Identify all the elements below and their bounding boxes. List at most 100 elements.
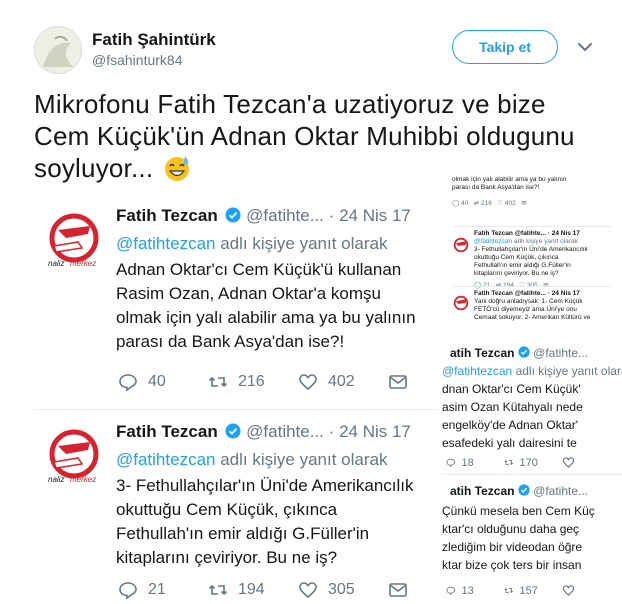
follow-button[interactable]: Takip et <box>452 30 558 64</box>
retweet-count: 216 <box>238 373 265 390</box>
reply-button[interactable]: 40 <box>118 372 208 392</box>
like-button[interactable]: 402 <box>298 372 388 392</box>
mini-actions: ◯ 40 ⇄ 216 ♡ 402 ✉ <box>452 200 527 207</box>
author-name[interactable]: Fatih Şahintürk <box>92 30 216 50</box>
retweet-count: 194 <box>238 581 265 598</box>
body-line: olmak için yalı alabilir ama ya bu yalın… <box>116 308 416 327</box>
cropped-line: Çünkü mesela ben Cem Küç <box>442 504 595 518</box>
mini-header: Fatih Tezcan @fatihte... · 24 Nis 17 <box>474 230 580 237</box>
mini-line: okuttuğu Cem Küçük, çıkınca <box>474 254 559 261</box>
mini-tweet: Fatih Tezcan @fatihte... · 24 Nis 17 Yan… <box>452 290 612 322</box>
cropped-reply: 18 <box>446 456 504 469</box>
quoted-author-line[interactable]: Fatih Tezcan @fatihte... · 24 Nis 17 <box>116 206 411 226</box>
cropped-tweet: atih Tezcan @fatihte... Çünkü mesela ben… <box>442 480 622 604</box>
quoted-author-name[interactable]: Fatih Tezcan <box>116 206 218 225</box>
body-line: okuttuğu Cem Küçük, çıkınca <box>116 500 338 519</box>
quoted-date[interactable]: 24 Nis 17 <box>339 206 411 225</box>
cropped-line: engelköy'de Adnan Oktar' <box>442 418 579 432</box>
mini-line: olmak için yalı alabilir ama ya bu yalın… <box>452 176 567 183</box>
quoted-author-handle[interactable]: @fatihte... <box>246 206 324 225</box>
body-line: Adnan Oktar'cı Cem Küçük'ü kullanan <box>116 260 402 279</box>
retweet-count: 157 <box>519 584 538 597</box>
reply-context-text: adlı kişiye yanıt olarak <box>220 450 388 469</box>
body-line: Rasim Ozan, Adnan Oktar'a komşu <box>116 284 381 303</box>
cropped-reply: 13 <box>446 584 504 597</box>
reply-icon <box>446 586 455 596</box>
body-line: kitaplarını çeviriyor. Bu ne iş? <box>116 548 338 567</box>
cropped-author: atih Tezcan @fatihte... <box>450 484 588 498</box>
cropped-like <box>562 456 620 469</box>
mini-line: Fethullah'ın emir aldığı G.Füller'in <box>474 262 571 269</box>
analizmerkezi-logo-icon <box>453 295 469 311</box>
retweet-count: 170 <box>519 456 538 469</box>
quoted-date[interactable]: 24 Nis 17 <box>339 422 411 441</box>
mini-line: Cemaat sokuyor. 2- Amerikan Kültürü ve <box>474 314 591 321</box>
cropped-author-handle: @fatihte... <box>533 346 589 360</box>
heart-icon <box>562 457 575 468</box>
cropped-retweet: 170 <box>504 456 562 469</box>
mini-reply-count: 40 <box>461 200 469 207</box>
mini-reply-link: @fatihtezcan <box>474 238 513 245</box>
mini-line: FETÖ'cü diyemeyiz ama Üni'ye onu <box>474 306 577 313</box>
quoted-author-name[interactable]: Fatih Tezcan <box>116 422 218 441</box>
svg-text:naliz: naliz <box>48 475 64 484</box>
divider <box>452 286 612 287</box>
mini-tweet: Fatih Tezcan @fatihte... · 24 Nis 17 @fa… <box>452 230 612 290</box>
author-handle[interactable]: @fsahinturk84 <box>92 52 182 68</box>
envelope-icon <box>389 375 407 389</box>
action-bar: 40 216 402 <box>118 372 438 392</box>
cropped-retweet: 157 <box>504 584 562 597</box>
quoted-tweet-body: Adnan Oktar'cı Cem Küçük'ü kullanan Rasi… <box>116 258 436 354</box>
screenshot-collage[interactable]: olmak için yalı alabilir ama ya bu yalın… <box>442 164 622 604</box>
meta-separator: · <box>328 422 335 441</box>
envelope-icon <box>389 583 407 597</box>
reply-context: @fatihtezcan adlı kişiye yanıt olarak <box>116 450 387 470</box>
avatar[interactable] <box>34 26 82 74</box>
cropped-line: esafedeki yalı dairesini te <box>442 436 577 450</box>
reply-count: 18 <box>461 456 474 469</box>
reply-button[interactable]: 21 <box>118 580 208 600</box>
mini-retweet-count: 216 <box>481 200 492 207</box>
verified-badge-icon <box>518 484 530 496</box>
cropped-author: atih Tezcan @fatihte... <box>450 346 588 360</box>
retweet-button[interactable]: 194 <box>208 580 298 600</box>
cropped-line: asim Ozan Kütahyalı nede <box>442 400 583 414</box>
reply-context-text: adlı kişiye yanıt olarak <box>220 234 388 253</box>
quoted-tweet-card[interactable]: naliz merkez Fatih Tezcan @fatihte... · … <box>34 196 438 410</box>
cropped-tweet: atih Tezcan @fatihte... @fatihtezcan adl… <box>442 342 622 472</box>
quoted-tweet-card[interactable]: naliz merkez Fatih Tezcan @fatihte... · … <box>34 412 438 604</box>
reply-count: 40 <box>148 373 166 390</box>
heart-icon <box>562 585 575 596</box>
cropped-line: zlediğim bir videodan öğre <box>442 540 583 554</box>
svg-text:merkez: merkez <box>70 475 96 484</box>
divider <box>452 226 612 227</box>
dm-button[interactable] <box>388 372 438 392</box>
quoted-author-line[interactable]: Fatih Tezcan @fatihte... · 24 Nis 17 <box>116 422 411 442</box>
mini-line: kitaplarını çeviriyor. Bu ne iş? <box>474 270 559 277</box>
like-count: 305 <box>328 581 355 598</box>
reply-context: @fatihtezcan adlı kişiye yanıt olarak <box>116 234 387 254</box>
reply-icon <box>119 374 137 392</box>
reply-count: 21 <box>148 581 166 598</box>
reply-mention-link[interactable]: @fatihtezcan <box>116 450 215 469</box>
body-line: Fethullah'ın emir aldığı G.Füller'in <box>116 524 370 543</box>
body-line: parası da Bank Asya'dan ise?! <box>116 332 345 351</box>
heart-icon <box>299 374 317 391</box>
retweet-button[interactable]: 216 <box>208 372 298 392</box>
analizmerkezi-logo-icon <box>453 237 469 253</box>
cropped-line: ktar bize çok ters bir insan <box>442 558 582 572</box>
cropped-reply-context: @fatihtezcan adlı kişiye yanıt olarak <box>442 364 622 378</box>
meta-separator: · <box>328 206 335 225</box>
heart-icon <box>299 582 317 599</box>
avatar-image-icon <box>35 27 81 73</box>
chevron-down-icon[interactable] <box>576 38 594 56</box>
quoted-author-handle[interactable]: @fatihte... <box>246 422 324 441</box>
like-button[interactable]: 305 <box>298 580 388 600</box>
retweet-icon <box>504 459 514 466</box>
retweet-icon <box>208 376 228 388</box>
dm-button[interactable] <box>388 580 438 600</box>
reply-mention-link[interactable]: @fatihtezcan <box>116 234 215 253</box>
cropped-actions: 13 157 <box>446 584 620 597</box>
quoted-tweet-body: 3- Fethullahçılar'ın Üni'de Amerikancılı… <box>116 474 436 570</box>
cropped-author-name: atih Tezcan <box>450 346 515 360</box>
